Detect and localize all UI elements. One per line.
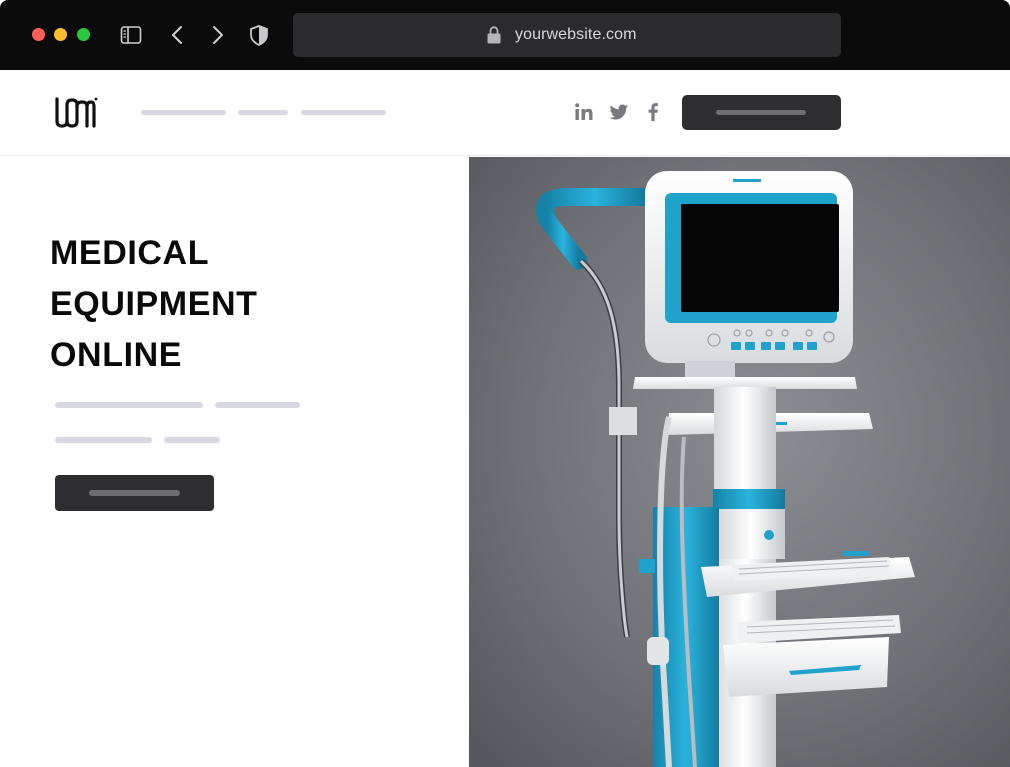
hero-title-line: MEDICAL [50,234,210,272]
nav-link-placeholder[interactable] [141,110,226,115]
nav-link-placeholder[interactable] [301,110,386,115]
linkedin-icon[interactable] [574,102,594,122]
twitter-icon[interactable] [609,102,629,122]
hero-title-line: EQUIPMENT [50,285,258,323]
logo[interactable] [54,95,98,129]
description-line [55,402,203,408]
back-icon[interactable] [167,24,189,46]
shield-icon[interactable] [248,24,270,46]
header-cta-button[interactable] [682,95,841,130]
button-label-placeholder [89,490,180,496]
site-header [0,70,1010,156]
button-label-placeholder [716,110,806,115]
description-line [215,402,300,408]
browser-toolbar: yourwebsite.com [0,0,1010,70]
maximize-window-button[interactable] [77,28,90,41]
lock-icon [487,26,501,44]
medical-cart-illustration [469,157,1010,767]
close-window-button[interactable] [32,28,45,41]
forward-icon[interactable] [206,24,228,46]
hero-title-line: ONLINE [50,336,183,374]
facebook-icon[interactable] [643,102,663,122]
address-bar[interactable]: yourwebsite.com [293,13,841,57]
description-line [55,437,152,443]
minimize-window-button[interactable] [54,28,67,41]
description-line [164,437,220,443]
sidebar-icon[interactable] [120,24,142,46]
nav-link-placeholder[interactable] [238,110,288,115]
hero-cta-button[interactable] [55,475,214,511]
url-text: yourwebsite.com [515,26,637,43]
hero-title: MEDICAL EQUIPMENT ONLINE [50,228,258,381]
product-image [469,157,1010,767]
